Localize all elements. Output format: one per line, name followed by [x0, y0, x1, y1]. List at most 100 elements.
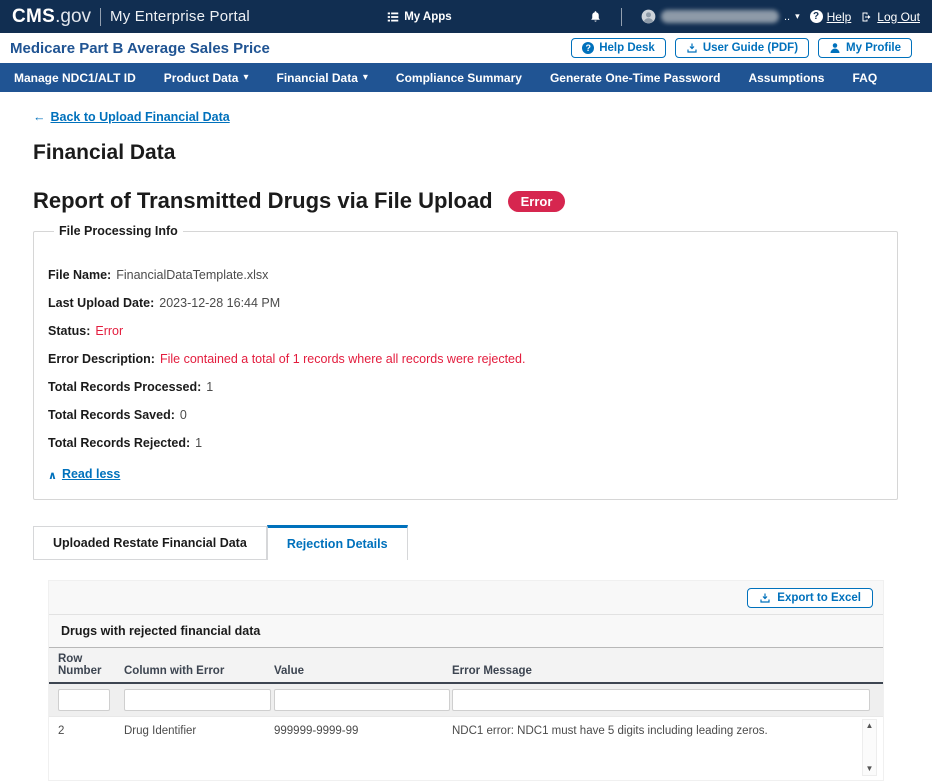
nav-generate-otp[interactable]: Generate One-Time Password	[550, 71, 721, 85]
cms-logo-gov-text: .gov	[55, 6, 91, 28]
export-row: Export to Excel	[49, 581, 883, 614]
logout-label: Log Out	[877, 10, 920, 24]
my-apps-button[interactable]: My Apps	[387, 11, 452, 23]
filter-row-number-input[interactable]	[58, 689, 110, 711]
total-processed-row: Total Records Processed:1	[48, 380, 883, 394]
back-to-upload-link[interactable]: ← Back to Upload Financial Data	[33, 110, 230, 124]
col-header-value[interactable]: Value	[265, 648, 443, 683]
tab-bar: Uploaded Restate Financial Data Rejectio…	[33, 525, 898, 560]
info-label: Total Records Rejected:	[48, 436, 190, 450]
info-label: Status:	[48, 324, 90, 338]
total-saved-row: Total Records Saved:0	[48, 408, 883, 422]
nav-product-data[interactable]: Product Data▾	[164, 71, 249, 85]
scroll-up-icon[interactable]: ▲	[866, 720, 874, 732]
topbar-right: .. ▾ ? Help Log Out	[589, 8, 920, 26]
back-link-label: Back to Upload Financial Data	[51, 110, 230, 124]
logo-divider	[100, 8, 101, 26]
total-rejected-row: Total Records Rejected: 1	[48, 436, 883, 450]
chevron-down-icon: ▾	[795, 12, 800, 21]
nav-label: Product Data	[164, 71, 239, 85]
table-scrollbar[interactable]: ▲ ▼	[862, 719, 877, 776]
rejection-table-header: Row Number Column with Error Value Error…	[49, 648, 883, 716]
filter-column-with-error-input[interactable]	[124, 689, 271, 711]
help-link[interactable]: ? Help	[810, 10, 852, 24]
nav-label: FAQ	[852, 71, 877, 85]
error-description-row: Error Description:File contained a total…	[48, 352, 883, 366]
nav-label: Assumptions	[748, 71, 824, 85]
table-filter-row	[49, 683, 883, 716]
table-header-row: Row Number Column with Error Value Error…	[49, 648, 883, 683]
nav-label: Manage NDC1/ALT ID	[14, 71, 136, 85]
help-label: Help	[827, 10, 852, 24]
table-section-title: Drugs with rejected financial data	[49, 614, 883, 648]
nav-faq[interactable]: FAQ	[852, 71, 877, 85]
my-profile-label: My Profile	[846, 42, 901, 54]
person-icon	[829, 42, 841, 54]
page-title: Financial Data	[33, 141, 898, 165]
col-header-error-message[interactable]: Error Message	[443, 648, 883, 683]
cell-column-with-error: Drug Identifier	[115, 717, 265, 745]
read-less-label: Read less	[62, 467, 120, 481]
download-icon	[759, 592, 771, 604]
info-label: File Name:	[48, 268, 111, 282]
user-guide-button[interactable]: User Guide (PDF)	[675, 38, 809, 58]
info-label: Last Upload Date:	[48, 296, 154, 310]
file-processing-info-panel: File Processing Info File Name: Financial…	[33, 224, 898, 500]
bell-icon	[589, 10, 602, 23]
logout-icon	[861, 11, 873, 23]
my-apps-list-icon	[387, 11, 399, 23]
file-info-legend: File Processing Info	[54, 224, 183, 238]
left-arrow-icon: ←	[33, 110, 46, 124]
app-title: Medicare Part B Average Sales Price	[10, 40, 270, 57]
report-title: Report of Transmitted Drugs via File Upl…	[33, 188, 493, 214]
filter-error-message-input[interactable]	[452, 689, 870, 711]
main-content: ← Back to Upload Financial Data Financia…	[0, 92, 932, 781]
status-badge: Error	[508, 191, 566, 212]
info-value: FinancialDataTemplate.xlsx	[116, 268, 268, 282]
help-question-icon: ?	[810, 10, 823, 23]
chevron-down-icon: ▾	[363, 73, 368, 83]
nav-manage-ndc1-alt-id[interactable]: Manage NDC1/ALT ID	[14, 71, 136, 85]
topbar-center: My Apps	[250, 11, 589, 23]
export-to-excel-label: Export to Excel	[777, 592, 861, 604]
my-apps-label: My Apps	[404, 11, 452, 23]
tab-rejection-details[interactable]: Rejection Details	[267, 525, 408, 560]
nav-assumptions[interactable]: Assumptions	[748, 71, 824, 85]
logout-link[interactable]: Log Out	[861, 10, 920, 24]
table-row[interactable]: 2 Drug Identifier 999999-9999-99 NDC1 er…	[49, 717, 883, 745]
nav-financial-data[interactable]: Financial Data ▾	[277, 71, 368, 85]
my-profile-button[interactable]: My Profile	[818, 38, 912, 58]
portal-name: My Enterprise Portal	[110, 8, 250, 25]
tab-uploaded-restate-financial-data[interactable]: Uploaded Restate Financial Data	[33, 526, 267, 560]
export-to-excel-button[interactable]: Export to Excel	[747, 588, 873, 608]
report-title-row: Report of Transmitted Drugs via File Upl…	[33, 188, 898, 214]
user-guide-label: User Guide (PDF)	[703, 42, 798, 54]
help-desk-question-icon: ?	[582, 42, 594, 54]
main-nav: Manage NDC1/ALT ID Product Data▾ Financi…	[0, 63, 932, 92]
user-menu[interactable]: .. ▾	[641, 9, 800, 24]
filter-value-input[interactable]	[274, 689, 450, 711]
chevron-up-icon: ∧	[48, 469, 57, 482]
header-buttons: ? Help Desk User Guide (PDF) My Profile	[571, 38, 912, 58]
download-icon	[686, 42, 698, 54]
col-header-column-with-error[interactable]: Column with Error	[115, 648, 265, 683]
cell-row-number: 2	[49, 717, 115, 745]
notifications-button[interactable]	[589, 10, 602, 23]
info-value: 1	[195, 436, 202, 450]
file-name-row: File Name: FinancialDataTemplate.xlsx	[48, 268, 883, 282]
user-name-truncation: ..	[784, 11, 790, 23]
help-desk-label: Help Desk	[599, 42, 655, 54]
col-header-row-number[interactable]: Row Number	[49, 648, 115, 683]
scroll-down-icon[interactable]: ▼	[866, 763, 874, 775]
table-data-area: 2 Drug Identifier 999999-9999-99 NDC1 er…	[49, 716, 883, 780]
read-less-link[interactable]: ∧ Read less	[48, 467, 120, 481]
nav-label: Financial Data	[277, 71, 358, 85]
cms-gov-logo[interactable]: CMS.gov	[12, 6, 91, 28]
user-name-redacted	[661, 10, 779, 23]
nav-label: Generate One-Time Password	[550, 71, 721, 85]
help-desk-button[interactable]: ? Help Desk	[571, 38, 666, 58]
rejection-table-body: 2 Drug Identifier 999999-9999-99 NDC1 er…	[49, 717, 883, 745]
app-header: Medicare Part B Average Sales Price ? He…	[0, 33, 932, 63]
nav-compliance-summary[interactable]: Compliance Summary	[396, 71, 522, 85]
top-bar: CMS.gov My Enterprise Portal My Apps .. …	[0, 0, 932, 33]
